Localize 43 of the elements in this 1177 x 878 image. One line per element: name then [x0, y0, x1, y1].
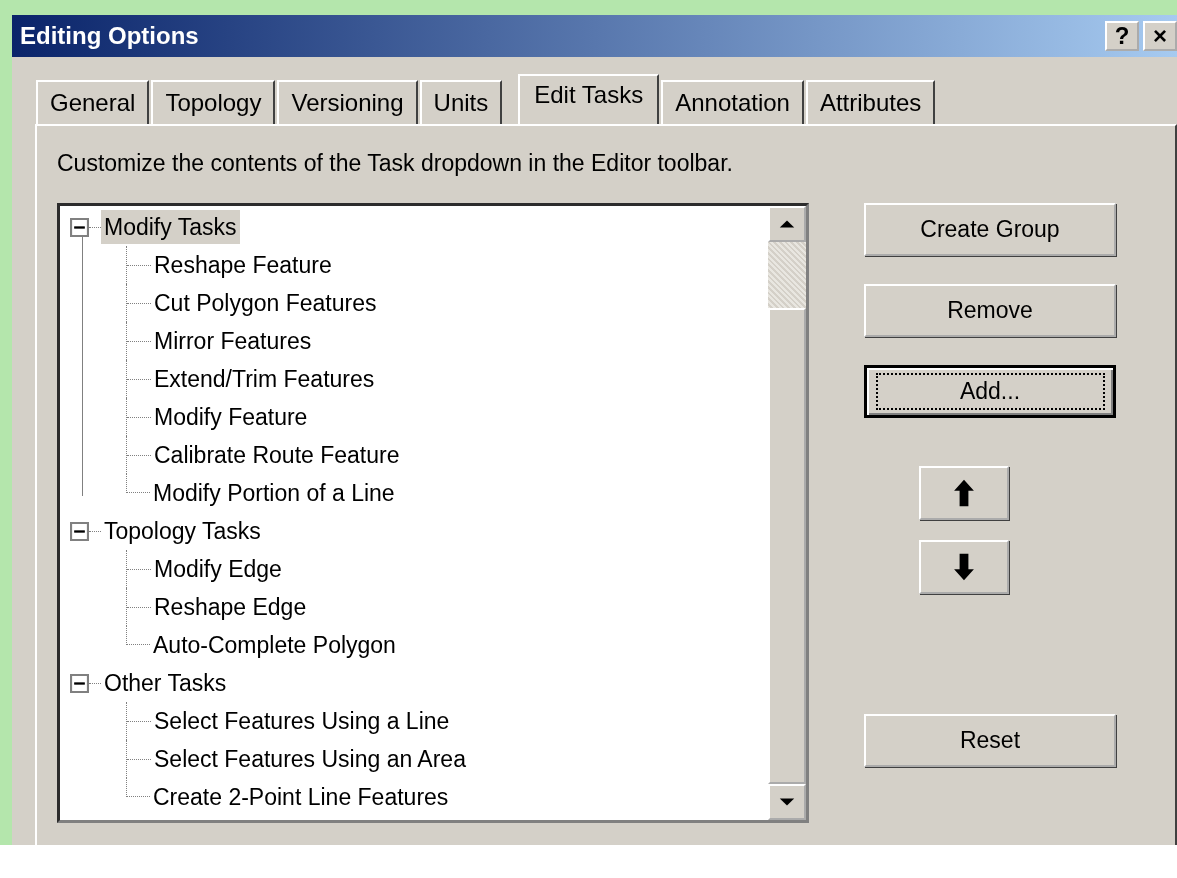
tab[interactable]: Topology [151, 80, 276, 124]
move-up-button[interactable] [919, 466, 1009, 520]
tab[interactable]: Versioning [277, 80, 418, 124]
tab[interactable]: Attributes [805, 80, 936, 124]
scroll-up-button[interactable] [768, 206, 806, 242]
tree-item[interactable]: Mirror Features [151, 324, 315, 358]
tree-item[interactable]: Modify Portion of a Line [150, 476, 398, 510]
button[interactable]: Add... [864, 365, 1116, 418]
button[interactable]: Create Group [864, 203, 1116, 256]
tree-item[interactable]: Modify Edge [151, 552, 285, 586]
tree-item[interactable]: Modify Feature [151, 400, 311, 434]
tree-item[interactable]: Reshape Feature [151, 248, 335, 282]
collapse-icon[interactable] [70, 521, 89, 541]
tab[interactable]: Units [419, 80, 503, 124]
tree-item[interactable]: Create 2-Point Line Features [150, 780, 452, 814]
task-tree[interactable] [57, 203, 809, 823]
tree-item[interactable]: Auto-Complete Polygon [150, 628, 399, 662]
tree-item[interactable]: Modify Tasks [101, 210, 240, 244]
tree-item[interactable]: Reshape Edge [151, 590, 310, 624]
tree-item[interactable]: Select Features Using an Area [151, 742, 469, 776]
tree-item[interactable]: Topology Tasks [101, 514, 264, 548]
tab[interactable]: Annotation [661, 80, 804, 124]
description-text: Customize the contents of the Task dropdown in the Editor toolbar. [57, 149, 734, 178]
down-arrow-icon [953, 552, 975, 582]
tree-item[interactable]: Extend/Trim Features [151, 362, 378, 396]
button[interactable]: Remove [864, 284, 1116, 337]
up-arrow-icon [953, 478, 975, 508]
reset-button[interactable]: Reset [864, 714, 1116, 767]
collapse-icon[interactable] [70, 673, 89, 693]
tree-item[interactable]: Calibrate Route Feature [151, 438, 403, 472]
scrollbar[interactable] [768, 206, 806, 820]
tree-item[interactable]: Cut Polygon Features [151, 286, 380, 320]
scroll-down-button[interactable] [768, 784, 806, 820]
close-button[interactable]: × [1143, 21, 1177, 51]
tree-item[interactable]: Other Tasks [101, 666, 230, 700]
scroll-thumb[interactable] [768, 308, 806, 784]
move-down-button[interactable] [919, 540, 1009, 594]
help-button[interactable]: ? [1105, 21, 1139, 51]
collapse-icon[interactable] [70, 217, 89, 237]
tab[interactable]: General [36, 80, 150, 124]
window-title: Editing Options [20, 22, 199, 50]
tree-item[interactable]: Select Features Using a Line [151, 704, 453, 738]
tab[interactable]: Edit Tasks [518, 74, 660, 124]
